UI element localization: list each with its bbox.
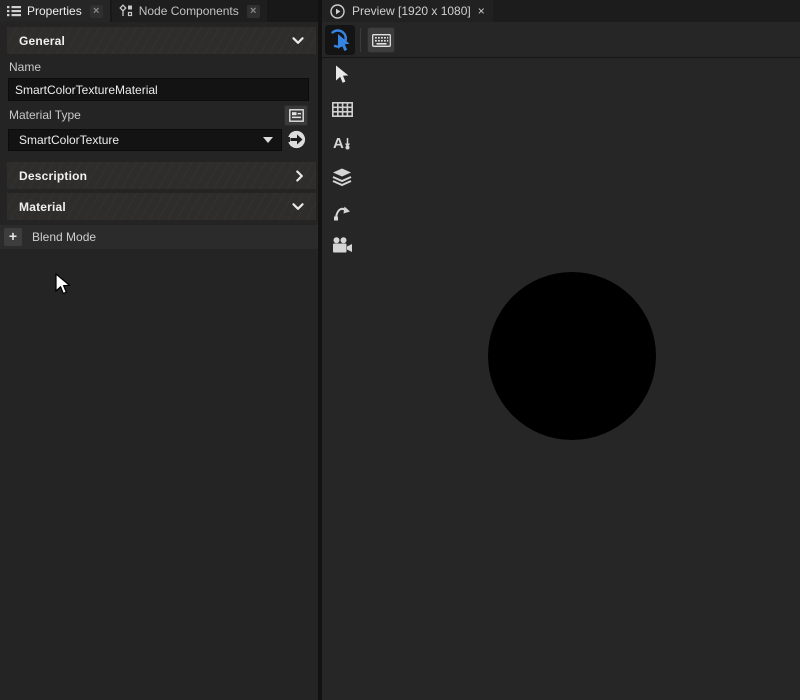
preview-panel: Preview [1920 x 1080] ×: [322, 0, 800, 700]
table-grid-icon: [332, 102, 353, 117]
list-icon: [7, 5, 21, 17]
material-type-label: Material Type: [9, 108, 81, 122]
connection-tool-button[interactable]: [330, 201, 354, 221]
preview-viewport[interactable]: [362, 58, 800, 700]
properties-tabbar: Properties × Node Components ×: [0, 0, 318, 22]
add-blend-mode-button[interactable]: +: [4, 228, 22, 246]
chevron-down-icon: [292, 203, 304, 211]
chevron-right-icon: [296, 170, 304, 182]
text-tool-button[interactable]: A: [330, 133, 354, 153]
tab-properties-label: Properties: [27, 4, 82, 18]
blend-mode-row: + Blend Mode: [0, 225, 318, 249]
tab-node-components-label: Node Components: [139, 4, 239, 18]
section-general-label: General: [19, 34, 65, 48]
select-tool-button[interactable]: [330, 65, 354, 85]
blend-mode-label: Blend Mode: [32, 230, 96, 244]
name-label: Name: [9, 60, 41, 74]
section-description-label: Description: [19, 169, 87, 183]
preview-tabbar: Preview [1920 x 1080] ×: [322, 0, 800, 22]
layers-icon: [332, 168, 352, 186]
scene-black-circle: [488, 272, 656, 440]
camera-tool-button[interactable]: [330, 235, 354, 255]
play-circle-icon: [330, 4, 345, 19]
properties-panel: Properties × Node Components × General N…: [0, 0, 318, 700]
dropdown-caret-icon: [263, 137, 273, 143]
revert-arrow-icon: [287, 130, 306, 149]
font-tool-icon: A: [332, 134, 352, 152]
tab-properties-close-icon[interactable]: ×: [90, 5, 103, 18]
chevron-down-icon: [292, 37, 304, 45]
virtual-keyboard-button[interactable]: [367, 27, 395, 53]
tab-preview-close-icon[interactable]: ×: [478, 4, 485, 18]
tab-preview[interactable]: Preview [1920 x 1080] ×: [322, 0, 493, 22]
tab-node-components-close-icon[interactable]: ×: [247, 5, 260, 18]
tab-node-components[interactable]: Node Components ×: [112, 0, 267, 22]
interaction-mode-button[interactable]: [325, 25, 355, 55]
layers-tool-button[interactable]: [330, 167, 354, 187]
section-description[interactable]: Description: [7, 162, 316, 189]
name-input[interactable]: [8, 78, 309, 101]
material-type-dropdown[interactable]: SmartColorTexture: [8, 129, 282, 151]
form-editor-icon: [289, 109, 304, 122]
material-type-value: SmartColorTexture: [19, 133, 119, 147]
revert-to-default-button[interactable]: [286, 129, 307, 150]
tab-properties[interactable]: Properties ×: [0, 0, 110, 22]
mouse-cursor-icon: [55, 273, 71, 296]
material-type-editor-button[interactable]: [284, 105, 308, 126]
interaction-cursor-icon: [328, 27, 352, 53]
node-components-icon: [119, 4, 133, 18]
section-general[interactable]: General: [7, 27, 316, 54]
curve-arrow-icon: [333, 202, 352, 221]
cursor-arrow-icon: [335, 65, 350, 85]
toolbar-separator: [360, 28, 361, 52]
svg-text:A: A: [333, 135, 344, 152]
preview-side-toolbar: A: [322, 58, 362, 700]
section-material-label: Material: [19, 200, 66, 214]
grid-tool-button[interactable]: [330, 99, 354, 119]
section-material[interactable]: Material: [7, 193, 316, 220]
camera-icon: [332, 237, 353, 253]
keyboard-icon: [372, 34, 391, 47]
preview-toolbar: [322, 22, 800, 58]
tab-preview-label: Preview [1920 x 1080]: [352, 4, 471, 18]
